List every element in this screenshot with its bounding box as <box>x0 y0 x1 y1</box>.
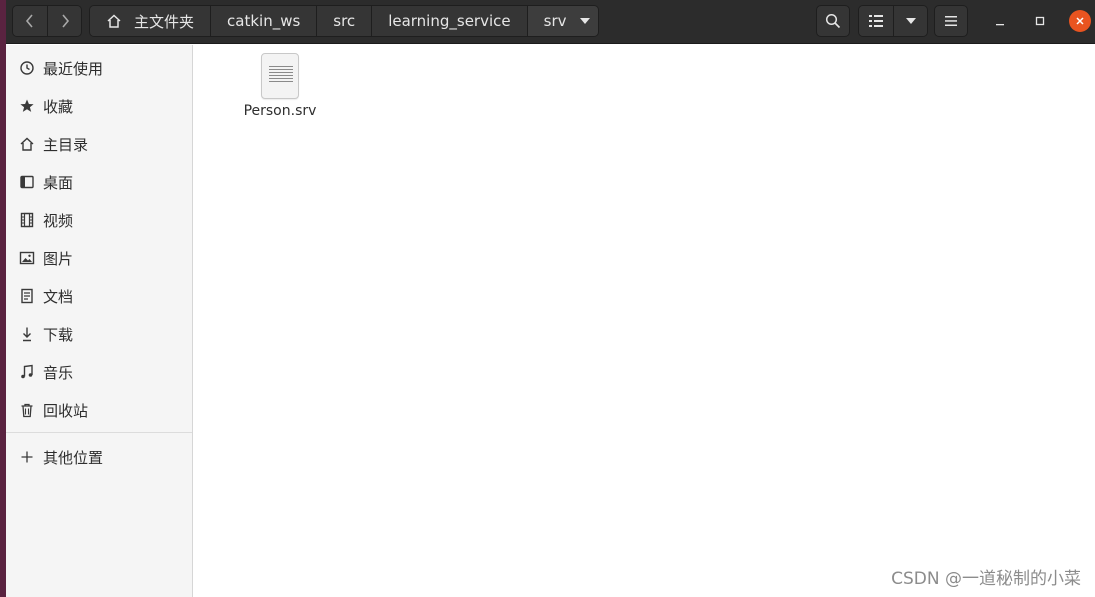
close-button[interactable] <box>1069 10 1091 32</box>
navigation-buttons <box>12 5 82 37</box>
sidebar-item-videos[interactable]: 视频 <box>6 203 192 237</box>
trash-icon <box>18 401 36 419</box>
sidebar-item-other-locations[interactable]: 其他位置 <box>6 440 192 474</box>
sidebar-item-pictures[interactable]: 图片 <box>6 241 192 275</box>
text-file-icon <box>261 53 299 99</box>
minimize-button[interactable] <box>989 10 1011 32</box>
caret-down-icon[interactable] <box>580 18 591 24</box>
sidebar-item-label: 视频 <box>43 211 74 230</box>
sidebar-item-label: 桌面 <box>43 173 74 192</box>
view-toggle-group <box>858 5 928 37</box>
sidebar-item-trash[interactable]: 回收站 <box>6 393 192 427</box>
sidebar-item-downloads[interactable]: 下载 <box>6 317 192 351</box>
download-icon <box>18 325 36 343</box>
search-icon <box>825 13 841 29</box>
sidebar-item-desktop[interactable]: 桌面 <box>6 165 192 199</box>
back-button[interactable] <box>13 6 47 36</box>
chevron-left-icon <box>25 14 33 28</box>
sidebar-item-label: 文档 <box>43 287 74 306</box>
list-view-icon <box>869 15 883 27</box>
maximize-icon <box>1035 16 1045 26</box>
sidebar-item-label: 图片 <box>43 249 74 268</box>
sidebar-item-documents[interactable]: 文档 <box>6 279 192 313</box>
home-icon <box>18 135 36 153</box>
file-view: Person.srv CSDN @一道秘制的小菜 <box>194 45 1095 597</box>
headerbar: 主文件夹 catkin_ws src learning_service srv <box>6 0 1095 44</box>
file-name: Person.srv <box>243 103 317 119</box>
menu-button[interactable] <box>934 5 968 37</box>
music-icon <box>18 363 36 381</box>
desktop-icon <box>18 173 36 191</box>
view-options-button[interactable] <box>893 6 927 36</box>
document-icon <box>18 287 36 305</box>
search-button[interactable] <box>816 5 850 37</box>
watermark: CSDN @一道秘制的小菜 <box>891 569 1081 589</box>
sidebar-separator <box>6 432 192 433</box>
path-crumb-catkin-ws[interactable]: catkin_ws <box>210 6 317 36</box>
path-bar: 主文件夹 catkin_ws src learning_service srv <box>89 5 600 37</box>
close-icon <box>1076 17 1084 25</box>
path-crumb-home[interactable]: 主文件夹 <box>90 6 211 36</box>
maximize-button[interactable] <box>1029 10 1051 32</box>
sidebar-item-label: 音乐 <box>43 363 74 382</box>
sidebar-item-label: 主目录 <box>43 135 89 154</box>
sidebar-item-starred[interactable]: 收藏 <box>6 89 192 123</box>
forward-button[interactable] <box>47 6 81 36</box>
home-icon <box>106 13 122 29</box>
sidebar-item-label: 收藏 <box>43 97 74 116</box>
path-crumb-srv[interactable]: srv <box>526 6 599 36</box>
star-icon <box>18 97 36 115</box>
sidebar-item-label: 回收站 <box>43 401 89 420</box>
plus-icon <box>18 448 36 466</box>
hamburger-menu-icon <box>945 16 957 26</box>
path-crumb-label: srv <box>543 12 567 30</box>
clock-icon <box>18 59 36 77</box>
file-item[interactable]: Person.srv <box>240 53 320 119</box>
sidebar-item-label: 下载 <box>43 325 74 344</box>
sidebar-item-label: 其他位置 <box>43 448 104 467</box>
sidebar: 最近使用 收藏 主目录 桌面 视频 图片 文档 下载 音乐 回收站 其他位置 <box>6 45 193 597</box>
chevron-right-icon <box>61 14 69 28</box>
sidebar-item-home[interactable]: 主目录 <box>6 127 192 161</box>
caret-down-icon <box>905 18 916 24</box>
minimize-icon <box>996 24 1004 26</box>
sidebar-item-music[interactable]: 音乐 <box>6 355 192 389</box>
path-crumb-label: catkin_ws <box>227 12 301 30</box>
file-manager-window: 主文件夹 catkin_ws src learning_service srv <box>6 0 1095 597</box>
list-view-button[interactable] <box>859 6 893 36</box>
path-crumb-label: 主文件夹 <box>134 12 195 31</box>
video-icon <box>18 211 36 229</box>
sidebar-item-label: 最近使用 <box>43 59 104 78</box>
path-crumb-src[interactable]: src <box>316 6 372 36</box>
path-crumb-learning-service[interactable]: learning_service <box>371 6 527 36</box>
picture-icon <box>18 249 36 267</box>
path-crumb-label: src <box>333 12 356 30</box>
path-crumb-label: learning_service <box>388 12 511 30</box>
sidebar-item-recent[interactable]: 最近使用 <box>6 51 192 85</box>
